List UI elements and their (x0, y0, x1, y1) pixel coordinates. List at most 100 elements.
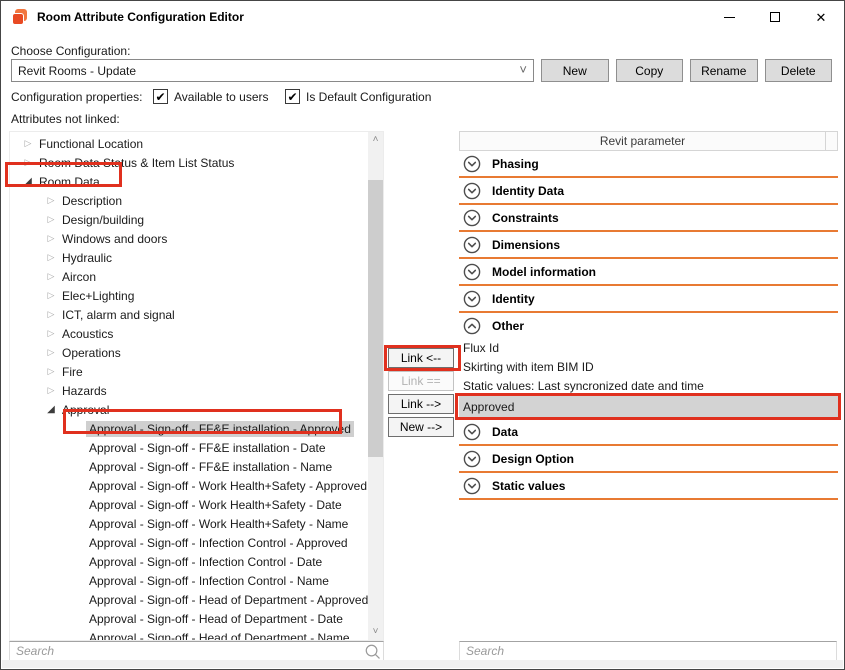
link-button[interactable]: Link --> (388, 394, 454, 414)
expanded-triangle-icon[interactable]: ◢ (43, 404, 59, 415)
tree-item[interactable]: Approval - Sign-off - Work Health+Safety… (10, 514, 368, 533)
tree-item-label: ICT, alarm and signal (59, 307, 178, 323)
expand-circle-icon[interactable] (463, 423, 481, 441)
collapsed-triangle-icon[interactable]: ▷ (43, 271, 59, 282)
tree-item[interactable]: ▷ICT, alarm and signal (10, 305, 368, 324)
minimize-button[interactable] (706, 1, 752, 33)
expand-circle-icon[interactable] (463, 477, 481, 495)
configuration-dropdown[interactable]: Revit Rooms - Update ˅ (11, 59, 534, 82)
expand-circle-icon[interactable] (463, 155, 481, 173)
configuration-dropdown-value: Revit Rooms - Update (18, 64, 136, 78)
expanded-triangle-icon[interactable]: ◢ (20, 176, 36, 187)
tree-scrollbar[interactable]: ˄ ˅ (368, 132, 383, 640)
rename-button[interactable]: Rename (690, 59, 758, 82)
link-button[interactable]: Link <-- (388, 348, 454, 368)
tree-item-label: Approval - Sign-off - Infection Control … (86, 573, 332, 589)
collapsed-triangle-icon[interactable]: ▷ (43, 385, 59, 396)
parameter-item-label: Flux Id (463, 341, 499, 355)
link-buttons-column: Link <--Link ==Link -->New --> (388, 348, 454, 440)
collapsed-triangle-icon[interactable]: ▷ (43, 366, 59, 377)
new-button[interactable]: New --> (388, 417, 454, 437)
expand-circle-icon[interactable] (463, 290, 481, 308)
section-identity[interactable]: Identity (459, 286, 838, 313)
section-constraints[interactable]: Constraints (459, 205, 838, 232)
delete-button[interactable]: Delete (765, 59, 833, 82)
section-other[interactable]: Other (459, 313, 838, 338)
tree-item[interactable]: ◢Room Data (10, 172, 368, 191)
tree-item[interactable]: ▷Functional Location (10, 134, 368, 153)
maximize-button[interactable] (752, 1, 798, 33)
tree-item[interactable]: ▷Aircon (10, 267, 368, 286)
tree-item[interactable]: ▷Hazards (10, 381, 368, 400)
collapsed-triangle-icon[interactable]: ▷ (43, 347, 59, 358)
tree-item[interactable]: Approval - Sign-off - FF&E installation … (10, 457, 368, 476)
parameter-item[interactable]: Approved (459, 395, 838, 419)
new-button[interactable]: New (541, 59, 609, 82)
scrollbar-down-icon[interactable]: ˅ (368, 624, 383, 640)
tree-item[interactable]: Approval - Sign-off - Work Health+Safety… (10, 476, 368, 495)
copy-button[interactable]: Copy (616, 59, 684, 82)
available-to-users-checkbox[interactable]: ✔ (153, 89, 168, 104)
title-bar: Room Attribute Configuration Editor ✕ (1, 1, 844, 33)
tree-item[interactable]: ▷Design/building (10, 210, 368, 229)
expand-circle-icon[interactable] (463, 263, 481, 281)
tree-item[interactable]: ▷Windows and doors (10, 229, 368, 248)
collapsed-triangle-icon[interactable]: ▷ (43, 309, 59, 320)
tree-item[interactable]: ◢Approval (10, 400, 368, 419)
tree-item-label: Approval - Sign-off - FF&E installation … (86, 421, 354, 437)
tree-item[interactable]: Approval - Sign-off - Head of Department… (10, 590, 368, 609)
tree-item-label: Windows and doors (59, 231, 170, 247)
tree-item[interactable]: Approval - Sign-off - Head of Department… (10, 628, 368, 641)
choose-configuration-label: Choose Configuration: (11, 44, 130, 58)
tree-item[interactable]: ▷Fire (10, 362, 368, 381)
collapsed-triangle-icon[interactable]: ▷ (43, 214, 59, 225)
collapsed-triangle-icon[interactable]: ▷ (43, 290, 59, 301)
tree-item[interactable]: ▷Description (10, 191, 368, 210)
tree-item[interactable]: ▷Elec+Lighting (10, 286, 368, 305)
tree-item[interactable]: ▷Room Data Status & Item List Status (10, 153, 368, 172)
tree-item[interactable]: Approval - Sign-off - Infection Control … (10, 533, 368, 552)
collapsed-triangle-icon[interactable]: ▷ (20, 138, 36, 149)
tree-item-label: Aircon (59, 269, 99, 285)
attributes-search-box (9, 641, 384, 662)
section-design-option[interactable]: Design Option (459, 446, 838, 473)
parameter-item[interactable]: Skirting with item BIM ID (459, 357, 838, 376)
tree-item[interactable]: Approval - Sign-off - Infection Control … (10, 571, 368, 590)
collapsed-triangle-icon[interactable]: ▷ (43, 195, 59, 206)
section-identity-data[interactable]: Identity Data (459, 178, 838, 205)
tree-item[interactable]: ▷Operations (10, 343, 368, 362)
tree-item[interactable]: Approval - Sign-off - FF&E installation … (10, 419, 368, 438)
section-phasing[interactable]: Phasing (459, 151, 838, 178)
scrollbar-thumb[interactable] (368, 180, 383, 457)
is-default-configuration-checkbox[interactable]: ✔ (285, 89, 300, 104)
tree-item[interactable]: Approval - Sign-off - Head of Department… (10, 609, 368, 628)
collapsed-triangle-icon[interactable]: ▷ (43, 328, 59, 339)
section-static-values[interactable]: Static values (459, 473, 838, 500)
section-title: Model information (492, 265, 596, 279)
expand-circle-icon[interactable] (463, 182, 481, 200)
tree-item[interactable]: Approval - Sign-off - Infection Control … (10, 552, 368, 571)
is-default-configuration-label: Is Default Configuration (306, 90, 431, 104)
collapsed-triangle-icon[interactable]: ▷ (43, 252, 59, 263)
expand-circle-icon[interactable] (463, 450, 481, 468)
tree-item[interactable]: Approval - Sign-off - FF&E installation … (10, 438, 368, 457)
collapsed-triangle-icon[interactable]: ▷ (20, 157, 36, 168)
expand-circle-icon[interactable] (463, 236, 481, 254)
scrollbar-up-icon[interactable]: ˄ (368, 132, 383, 148)
expand-circle-icon[interactable] (463, 209, 481, 227)
section-dimensions[interactable]: Dimensions (459, 232, 838, 259)
parameter-item[interactable]: Flux Id (459, 338, 838, 357)
search-icon (361, 643, 383, 660)
section-model-information[interactable]: Model information (459, 259, 838, 286)
window-bottom-strip (2, 660, 843, 668)
close-button[interactable]: ✕ (798, 1, 844, 33)
tree-item[interactable]: Approval - Sign-off - Work Health+Safety… (10, 495, 368, 514)
collapsed-triangle-icon[interactable]: ▷ (43, 233, 59, 244)
tree-item[interactable]: ▷Acoustics (10, 324, 368, 343)
tree-item[interactable]: ▷Hydraulic (10, 248, 368, 267)
collapse-circle-icon[interactable] (463, 317, 481, 335)
section-data[interactable]: Data (459, 419, 838, 446)
attributes-search-input[interactable] (10, 644, 361, 658)
parameter-item[interactable]: Static values: Last syncronized date and… (459, 376, 838, 395)
revit-parameter-search-input[interactable] (460, 644, 836, 658)
